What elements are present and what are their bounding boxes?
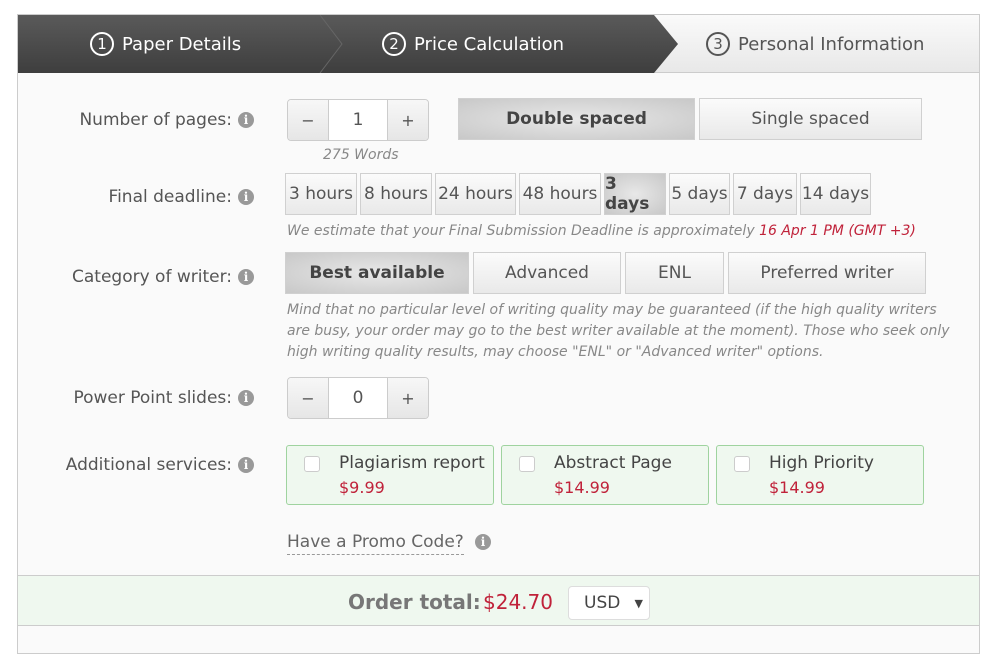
increment-button[interactable]: + <box>388 100 428 140</box>
deadline-label: Final deadline: i <box>18 187 254 207</box>
decrement-button[interactable]: − <box>288 100 328 140</box>
info-icon[interactable]: i <box>238 112 254 128</box>
deadline-date: 16 Apr 1 PM (GMT +3) <box>759 223 916 239</box>
order-total-amount: $24.70 <box>483 590 553 614</box>
word-count: 275 Words <box>323 147 399 163</box>
slides-label: Power Point slides: i <box>18 388 254 408</box>
step-number: 1 <box>90 32 114 56</box>
step-paper-details[interactable]: 1 Paper Details <box>90 15 241 73</box>
service-price: $9.99 <box>339 478 385 497</box>
slides-stepper: −0 + <box>287 377 429 419</box>
currency-select[interactable]: USD ▼ <box>568 586 650 620</box>
order-total-bar: Order total: $24.70 USD ▼ <box>18 575 979 626</box>
info-icon[interactable]: i <box>238 457 254 473</box>
writer-label: Category of writer: i <box>18 267 254 287</box>
step-number: 2 <box>382 32 406 56</box>
writer-advanced[interactable]: Advanced <box>473 252 621 294</box>
step-price-calculation[interactable]: 2 Price Calculation <box>382 15 564 73</box>
label-text: Power Point slides: <box>73 388 232 408</box>
deadline-option[interactable]: 24 hours <box>435 173 516 215</box>
double-spaced-button[interactable]: Double spaced <box>458 98 695 140</box>
checkbox[interactable] <box>304 456 320 472</box>
service-abstract-page[interactable]: Abstract Page $14.99 <box>501 445 709 505</box>
services-label: Additional services: i <box>18 455 254 475</box>
slides-input[interactable]: 0 <box>328 378 388 418</box>
step-number: 3 <box>706 32 730 56</box>
step-personal-information[interactable]: 3 Personal Information <box>706 15 924 73</box>
service-price: $14.99 <box>554 478 610 497</box>
deadline-option[interactable]: 5 days <box>669 173 730 215</box>
deadline-note-text: We estimate that your Final Submission D… <box>287 223 755 239</box>
service-price: $14.99 <box>769 478 825 497</box>
note-line: Mind that no particular level of writing… <box>287 302 937 318</box>
step-label: Price Calculation <box>414 33 565 55</box>
label-text: Additional services: <box>65 455 232 475</box>
pages-stepper: −1 + <box>287 99 429 141</box>
deadline-option[interactable]: 14 days <box>800 173 871 215</box>
info-icon[interactable]: i <box>238 390 254 406</box>
increment-button[interactable]: + <box>388 378 428 418</box>
pages-input[interactable]: 1 <box>328 100 388 140</box>
deadline-option[interactable]: 48 hours <box>519 173 601 215</box>
deadline-option[interactable]: 7 days <box>733 173 797 215</box>
order-total-label: Order total: <box>348 590 481 614</box>
deadline-option[interactable]: 8 hours <box>360 173 432 215</box>
service-name: High Priority <box>769 453 874 473</box>
deadline-option[interactable]: 3 days <box>604 173 666 215</box>
steps-bar: 1 Paper Details 2 Price Calculation 3 Perso… <box>18 15 979 73</box>
note-line: are busy, your order may go to the best … <box>287 323 950 339</box>
service-name: Plagiarism report <box>339 453 485 473</box>
writer-preferred[interactable]: Preferred writer <box>728 252 926 294</box>
step-separator <box>319 15 343 73</box>
currency-value: USD <box>584 593 621 613</box>
service-name: Abstract Page <box>554 453 672 473</box>
service-high-priority[interactable]: High Priority $14.99 <box>716 445 924 505</box>
deadline-option[interactable]: 3 hours <box>285 173 357 215</box>
step-label: Paper Details <box>122 33 242 55</box>
step-label: Personal Information <box>738 33 925 55</box>
writer-enl[interactable]: ENL <box>625 252 724 294</box>
note-line: high writing quality results, may choose… <box>287 344 824 360</box>
writer-best-available[interactable]: Best available <box>285 252 469 294</box>
service-plagiarism-report[interactable]: Plagiarism report $9.99 <box>286 445 494 505</box>
info-icon[interactable]: i <box>238 269 254 285</box>
info-icon[interactable]: i <box>238 189 254 205</box>
promo-code-link[interactable]: Have a Promo Code? <box>287 532 464 555</box>
checkbox[interactable] <box>734 456 750 472</box>
label-text: Category of writer: <box>71 267 232 287</box>
decrement-button[interactable]: − <box>288 378 328 418</box>
single-spaced-button[interactable]: Single spaced <box>699 98 922 140</box>
deadline-note: We estimate that your Final Submission D… <box>287 221 916 242</box>
chevron-down-icon: ▼ <box>634 596 643 610</box>
label-text: Final deadline: <box>108 187 232 207</box>
pages-label: Number of pages: i <box>18 110 254 130</box>
label-text: Number of pages: <box>79 110 232 130</box>
info-icon[interactable]: i <box>475 534 491 550</box>
checkbox[interactable] <box>519 456 535 472</box>
writer-note: Mind that no particular level of writing… <box>287 300 950 363</box>
